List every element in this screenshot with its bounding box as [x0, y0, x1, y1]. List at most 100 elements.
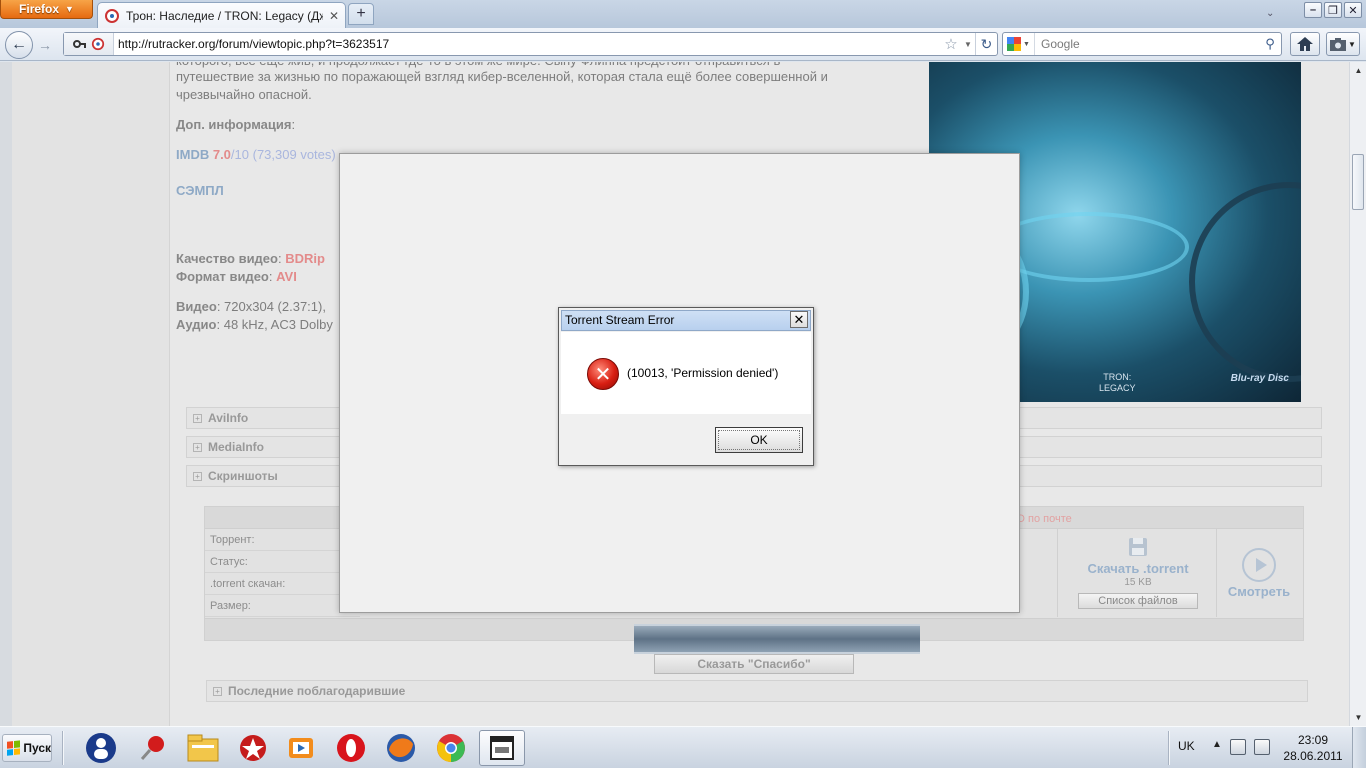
video-value: 720x304 (2.37:1),: [224, 299, 326, 314]
key-icon: [72, 40, 86, 48]
windows-flag-icon: [7, 740, 21, 756]
dop-info-row: Доп. информация:: [176, 117, 296, 132]
restore-window-icon[interactable]: ❐: [1324, 2, 1342, 18]
downloaded-row-label: .torrent скачан:: [205, 573, 360, 595]
tray-network-icon[interactable]: [1230, 739, 1246, 755]
watch-link[interactable]: Смотреть: [1214, 584, 1304, 599]
mail-link[interactable]: D по почте: [1017, 513, 1072, 525]
dialog-close-button[interactable]: ✕: [790, 311, 808, 328]
bookmark-star-icon[interactable]: ☆: [941, 35, 961, 53]
video-quality-value: BDRip: [285, 251, 325, 266]
taskbar-pushpin-icon[interactable]: [130, 730, 176, 766]
dialog-body: ✕ (10013, 'Permission denied'): [561, 332, 811, 414]
download-torrent-link[interactable]: Скачать .torrent: [1058, 561, 1218, 576]
error-icon: ✕: [587, 358, 619, 390]
taskbar-torrent-stream-window[interactable]: [479, 730, 525, 766]
video-row: Видео: 720x304 (2.37:1),: [176, 299, 326, 314]
floppy-disk-icon: [1129, 538, 1147, 556]
dop-info-label: Доп. информация: [176, 117, 292, 132]
play-circle-icon[interactable]: [1242, 548, 1276, 582]
say-thanks-button[interactable]: Сказать "Спасибо": [654, 654, 854, 674]
video-format-row: Формат видео: AVI: [176, 269, 297, 284]
search-engine-selector[interactable]: ▼: [1003, 33, 1035, 55]
audio-label: Аудио: [176, 317, 217, 332]
start-label: Пуск: [23, 741, 51, 755]
firefox-menu-button[interactable]: Firefox ▼: [0, 0, 93, 19]
spoiler-label: AviInfo: [208, 411, 249, 425]
sample-link[interactable]: СЭМПЛ: [176, 182, 224, 200]
new-tab-button[interactable]: +: [348, 3, 374, 25]
addon-button[interactable]: ▼: [1326, 32, 1360, 56]
video-quality-label: Качество видео: [176, 251, 278, 266]
tab-bar: Firefox ▼ Трон: Наследие / TRON: Legacy …: [0, 0, 1366, 28]
error-dialog: Torrent Stream Error ✕ ✕ (10013, 'Permis…: [558, 307, 814, 466]
ok-button[interactable]: OK: [715, 427, 803, 453]
google-icon: [1007, 37, 1022, 51]
minimize-window-icon[interactable]: –: [1304, 2, 1322, 18]
expand-plus-icon: +: [193, 413, 202, 423]
search-bar[interactable]: ▼ Google ⚲: [1002, 32, 1282, 56]
vertical-scrollbar[interactable]: ▲ ▼: [1349, 62, 1366, 726]
show-desktop-button[interactable]: [1352, 727, 1366, 768]
back-button[interactable]: ←: [5, 31, 33, 59]
spoiler-label: MediaInfo: [208, 440, 264, 454]
progress-banner: [634, 624, 920, 654]
torrent-row-label: Торрент:: [205, 529, 360, 551]
url-text[interactable]: http://rutracker.org/forum/viewtopic.php…: [114, 37, 941, 51]
navigation-toolbar: ← → http://rutracker.org/forum/viewtopic…: [0, 28, 1366, 61]
language-indicator[interactable]: UK: [1178, 739, 1195, 753]
tray-device-icon[interactable]: [1254, 739, 1270, 755]
dialog-title: Torrent Stream Error: [561, 310, 811, 331]
file-list-button[interactable]: Список файлов: [1078, 593, 1198, 609]
spoiler-last-thanked[interactable]: + Последние поблагодарившие: [206, 680, 1308, 702]
spoiler-label: Последние поблагодарившие: [228, 684, 406, 698]
screenshot-addon-icon: [1330, 37, 1347, 51]
video-label: Видео: [176, 299, 217, 314]
taskbar-chrome-icon[interactable]: [428, 730, 474, 766]
search-input[interactable]: Google: [1035, 37, 1259, 51]
clock-date: 28.06.2011: [1283, 749, 1343, 763]
imdb-row[interactable]: IMDB 7.0/10 (73,309 votes): [176, 146, 336, 164]
browser-tab[interactable]: Трон: Наследие / TRON: Legacy (Джоз... ✕: [97, 2, 346, 28]
show-hidden-icons-icon[interactable]: ▲: [1212, 739, 1222, 750]
rutracker-favicon-icon: [91, 37, 104, 51]
status-row-label: Статус:: [205, 551, 360, 573]
imdb-votes: (73,309 votes): [252, 147, 336, 162]
tab-close-icon[interactable]: ✕: [329, 9, 339, 23]
system-clock[interactable]: 23:09 28.06.2011: [1280, 732, 1346, 764]
taskbar-user-icon[interactable]: [78, 730, 124, 766]
url-history-dropdown-icon[interactable]: ▼: [961, 40, 975, 49]
imdb-rating: 7.0: [212, 147, 231, 162]
taskbar-pokerstars-icon[interactable]: [230, 730, 276, 766]
reload-icon[interactable]: ↻: [975, 33, 997, 55]
close-window-icon[interactable]: ✕: [1344, 2, 1362, 18]
search-magnifier-icon[interactable]: ⚲: [1259, 36, 1281, 52]
taskbar-media-player-icon[interactable]: [278, 730, 324, 766]
start-button[interactable]: Пуск: [2, 734, 52, 762]
list-all-tabs-icon[interactable]: ⌄: [1266, 8, 1274, 19]
site-identity-button[interactable]: [64, 33, 114, 55]
taskbar-opera-icon[interactable]: [328, 730, 374, 766]
taskbar-separator: [1168, 731, 1170, 765]
clock-time: 23:09: [1297, 733, 1329, 747]
taskbar-explorer-icon[interactable]: [180, 730, 226, 766]
scroll-down-arrow-icon[interactable]: ▼: [1350, 709, 1366, 726]
caret-down-icon: ▼: [1023, 40, 1030, 48]
imdb-label[interactable]: IMDB: [176, 147, 209, 162]
scrollbar-thumb[interactable]: [1352, 154, 1364, 210]
description-line-3: чрезвычайно опасной.: [176, 87, 312, 102]
bluray-logo: Blu-ray Disc: [1230, 373, 1289, 384]
error-message: (10013, 'Permission denied'): [627, 366, 779, 380]
imdb-suffix: /10: [230, 147, 249, 162]
home-button[interactable]: [1290, 32, 1320, 56]
poster-title: TRON: LEGACY: [1099, 372, 1136, 393]
scroll-up-arrow-icon[interactable]: ▲: [1350, 62, 1366, 79]
video-format-label: Формат видео: [176, 269, 269, 284]
forward-button[interactable]: →: [35, 36, 55, 54]
download-area[interactable]: Скачать .torrent 15 KB Список файлов: [1057, 529, 1217, 617]
taskbar-firefox-icon[interactable]: [378, 730, 424, 766]
audio-row: Аудио: 48 kHz, AC3 Dolby: [176, 317, 333, 332]
tab-title: Трон: Наследие / TRON: Legacy (Джоз...: [126, 8, 323, 23]
url-bar[interactable]: http://rutracker.org/forum/viewtopic.php…: [63, 32, 998, 56]
expand-plus-icon: +: [193, 442, 202, 452]
